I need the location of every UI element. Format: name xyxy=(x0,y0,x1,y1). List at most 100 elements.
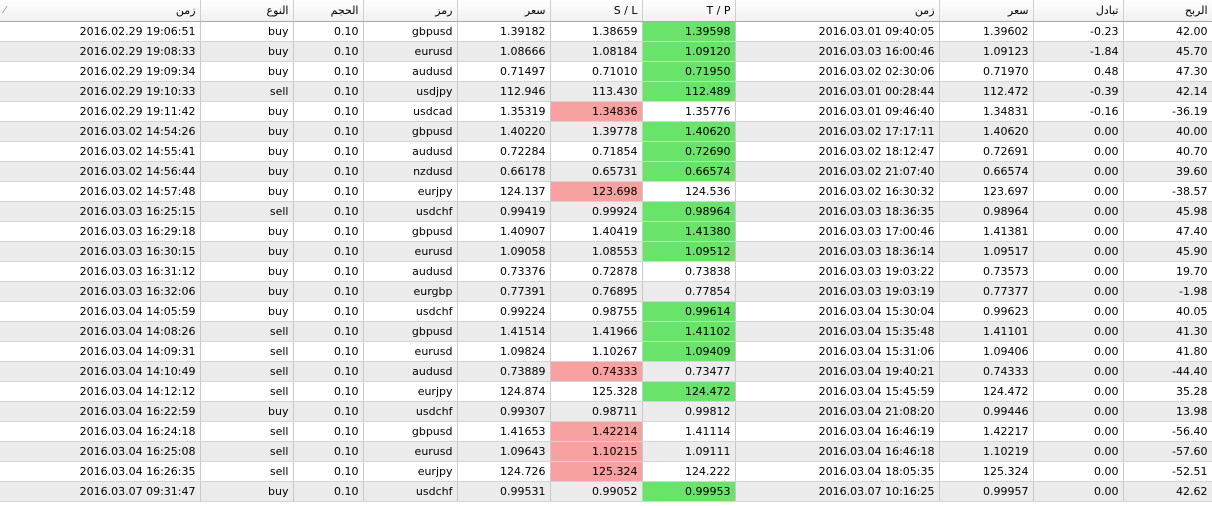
column-header-type[interactable]: النوع xyxy=(200,0,294,22)
profit-cell: 40.05 xyxy=(1123,301,1212,322)
column-header-volume[interactable]: الحجم xyxy=(293,0,364,22)
stop-loss-cell: 0.98755 xyxy=(550,301,643,322)
table-row[interactable]: 2016.02.29 19:10:33 sell 0.10 usdjpy 112.946… xyxy=(0,81,1212,102)
stop-loss-cell: 113.430 xyxy=(550,81,643,102)
close-price-cell: 1.09406 xyxy=(939,341,1034,362)
table-row[interactable]: 2016.03.04 16:26:35 sell 0.10 eurjpy 124.726… xyxy=(0,461,1212,482)
close-price-cell: 1.09123 xyxy=(939,41,1034,62)
stop-loss-cell: 0.76895 xyxy=(550,281,643,302)
open-price-cell: 112.946 xyxy=(457,81,551,102)
column-header-tp[interactable]: T / P xyxy=(642,0,736,22)
table-row[interactable]: 2016.03.03 16:29:18 buy 0.10 gbpusd 1.40907 1… xyxy=(0,221,1212,242)
column-header-close-price[interactable]: سعر xyxy=(939,0,1034,22)
volume-cell: 0.10 xyxy=(293,461,364,482)
column-header-open-price[interactable]: سعر xyxy=(457,0,551,22)
close-price-cell: 112.472 xyxy=(939,81,1034,102)
open-price-cell: 0.71497 xyxy=(457,61,551,82)
swap-cell: 0.00 xyxy=(1033,481,1124,502)
close-price-cell: 0.71970 xyxy=(939,61,1034,82)
volume-cell: 0.10 xyxy=(293,81,364,102)
table-row[interactable]: 2016.02.29 19:08:33 buy 0.10 eurusd 1.08666 1… xyxy=(0,41,1212,62)
table-row[interactable]: 2016.03.03 16:25:15 sell 0.10 usdchf 0.99419… xyxy=(0,201,1212,222)
table-row[interactable]: 2016.03.03 16:32:06 buy 0.10 eurgbp 0.77391 0… xyxy=(0,281,1212,302)
table-row[interactable]: 2016.03.04 16:22:59 buy 0.10 usdchf 0.99307 0… xyxy=(0,401,1212,422)
table-row[interactable]: 2016.02.29 19:06:51 buy 0.10 gbpusd 1.39182 1… xyxy=(0,21,1212,42)
open-time-cell: 2016.02.29 19:09:34 xyxy=(0,61,201,82)
table-row[interactable]: 2016.03.02 14:56:44 buy 0.10 nzdusd 0.66178 0… xyxy=(0,161,1212,182)
profit-cell: 47.40 xyxy=(1123,221,1212,242)
volume-cell: 0.10 xyxy=(293,41,364,62)
swap-cell: 0.00 xyxy=(1033,381,1124,402)
open-price-cell: 0.99224 xyxy=(457,301,551,322)
profit-cell: -56.40 xyxy=(1123,421,1212,442)
type-cell: sell xyxy=(200,321,294,342)
swap-cell: 0.00 xyxy=(1033,461,1124,482)
type-cell: buy xyxy=(200,121,294,142)
volume-cell: 0.10 xyxy=(293,441,364,462)
table-row[interactable]: 2016.03.04 14:08:26 sell 0.10 gbpusd 1.41514… xyxy=(0,321,1212,342)
swap-cell: -1.84 xyxy=(1033,41,1124,62)
table-row[interactable]: 2016.02.29 19:11:42 buy 0.10 usdcad 1.35319 1… xyxy=(0,101,1212,122)
stop-loss-cell: 0.99924 xyxy=(550,201,643,222)
column-header-symbol[interactable]: رمز xyxy=(363,0,458,22)
close-time-cell: 2016.03.04 16:46:18 xyxy=(735,441,940,462)
open-time-cell: 2016.02.29 19:11:42 xyxy=(0,101,201,122)
column-header-sl[interactable]: S / L xyxy=(550,0,643,22)
close-price-cell: 0.99446 xyxy=(939,401,1034,422)
take-profit-cell: 0.77854 xyxy=(642,281,736,302)
open-price-cell: 0.72284 xyxy=(457,141,551,162)
symbol-cell: audusd xyxy=(363,61,458,82)
table-row[interactable]: 2016.03.04 16:24:18 sell 0.10 gbpusd 1.41653… xyxy=(0,421,1212,442)
close-price-cell: 0.66574 xyxy=(939,161,1034,182)
sort-indicator-icon[interactable]: ⁄ xyxy=(4,0,6,21)
close-price-cell: 0.98964 xyxy=(939,201,1034,222)
symbol-cell: eurusd xyxy=(363,441,458,462)
type-cell: buy xyxy=(200,481,294,502)
profit-cell: 45.70 xyxy=(1123,41,1212,62)
volume-cell: 0.10 xyxy=(293,101,364,122)
type-cell: sell xyxy=(200,441,294,462)
volume-cell: 0.10 xyxy=(293,361,364,382)
volume-cell: 0.10 xyxy=(293,261,364,282)
open-time-cell: 2016.02.29 19:08:33 xyxy=(0,41,201,62)
take-profit-cell: 1.35776 xyxy=(642,101,736,122)
symbol-cell: eurgbp xyxy=(363,281,458,302)
open-time-cell: 2016.03.03 16:25:15 xyxy=(0,201,201,222)
table-row[interactable]: 2016.02.29 19:09:34 buy 0.10 audusd 0.71497 0… xyxy=(0,61,1212,82)
table-row[interactable]: 2016.03.03 16:30:15 buy 0.10 eurusd 1.09058 1… xyxy=(0,241,1212,262)
close-time-cell: 2016.03.03 19:03:19 xyxy=(735,281,940,302)
close-price-cell: 0.72691 xyxy=(939,141,1034,162)
open-price-cell: 1.08666 xyxy=(457,41,551,62)
profit-cell: 41.80 xyxy=(1123,341,1212,362)
swap-cell: 0.00 xyxy=(1033,441,1124,462)
table-row[interactable]: 2016.03.04 14:05:59 buy 0.10 usdchf 0.99224 0… xyxy=(0,301,1212,322)
table-row[interactable]: 2016.03.02 14:57:48 buy 0.10 eurjpy 124.137 1… xyxy=(0,181,1212,202)
take-profit-cell: 1.41102 xyxy=(642,321,736,342)
table-row[interactable]: 2016.03.04 14:09:31 sell 0.10 eurusd 1.09824… xyxy=(0,341,1212,362)
column-header-swap[interactable]: تبادل xyxy=(1033,0,1124,22)
close-price-cell: 1.09517 xyxy=(939,241,1034,262)
table-row[interactable]: 2016.03.03 16:31:12 buy 0.10 audusd 0.73376 0… xyxy=(0,261,1212,282)
table-row[interactable]: 2016.03.02 14:54:26 buy 0.10 gbpusd 1.40220 1… xyxy=(0,121,1212,142)
profit-cell: 45.90 xyxy=(1123,241,1212,262)
table-row[interactable]: 2016.03.04 16:25:08 sell 0.10 eurusd 1.09643… xyxy=(0,441,1212,462)
column-header-profit[interactable]: الربح xyxy=(1123,0,1212,22)
profit-cell: -44.40 xyxy=(1123,361,1212,382)
swap-cell: 0.00 xyxy=(1033,201,1124,222)
table-row[interactable]: 2016.03.02 14:55:41 buy 0.10 audusd 0.72284 0… xyxy=(0,141,1212,162)
symbol-cell: gbpusd xyxy=(363,221,458,242)
table-row[interactable]: 2016.03.04 14:12:12 sell 0.10 eurjpy 124.874… xyxy=(0,381,1212,402)
type-cell: buy xyxy=(200,241,294,262)
close-time-cell: 2016.03.04 19:40:21 xyxy=(735,361,940,382)
swap-cell: -0.23 xyxy=(1033,21,1124,42)
take-profit-cell: 1.09111 xyxy=(642,441,736,462)
column-header-close-time[interactable]: زمن xyxy=(735,0,940,22)
column-header-open-time[interactable]: ⁄ زمن xyxy=(0,0,201,22)
open-price-cell: 0.99419 xyxy=(457,201,551,222)
open-time-cell: 2016.03.04 14:10:49 xyxy=(0,361,201,382)
open-time-cell: 2016.03.04 16:24:18 xyxy=(0,421,201,442)
open-price-cell: 0.99307 xyxy=(457,401,551,422)
close-price-cell: 123.697 xyxy=(939,181,1034,202)
table-row[interactable]: 2016.03.04 14:10:49 sell 0.10 audusd 0.73889… xyxy=(0,361,1212,382)
table-row[interactable]: 2016.03.07 09:31:47 buy 0.10 usdchf 0.99531 0… xyxy=(0,481,1212,502)
